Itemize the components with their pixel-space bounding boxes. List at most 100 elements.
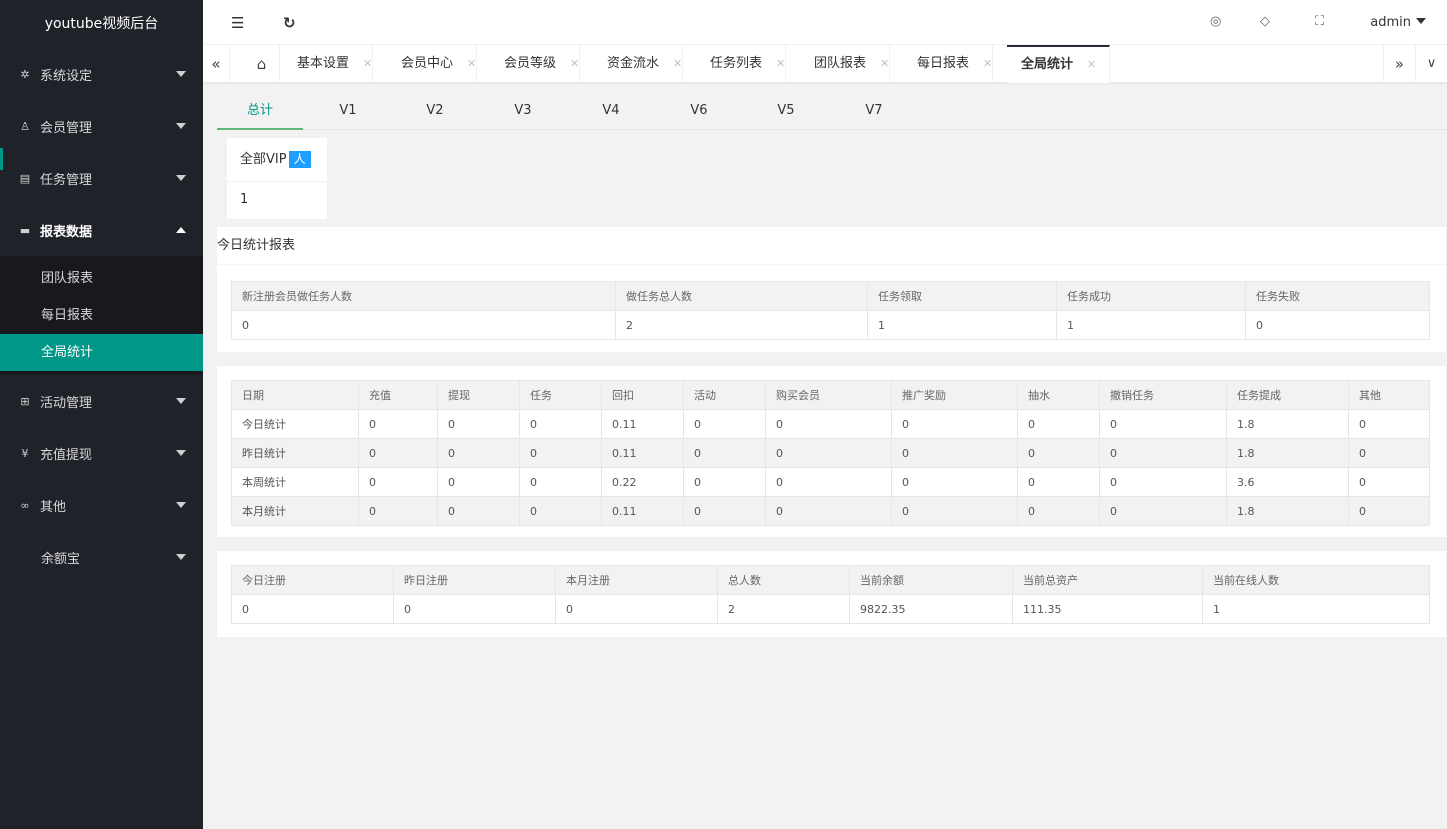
close-icon[interactable]: ✕ <box>570 57 579 70</box>
table-header-cell: 任务提成 <box>1226 380 1349 410</box>
table-cell: 今日统计 <box>231 409 359 439</box>
table-cell: 0 <box>437 496 520 526</box>
tab-level-v4[interactable]: V4 <box>568 93 654 130</box>
tabs-scroll-right-icon[interactable]: » <box>1383 45 1415 83</box>
gear-icon: ✲ <box>20 67 30 81</box>
sidebar-item-label: 会员管理 <box>40 120 93 136</box>
table-header-cell: 昨日注册 <box>393 565 556 595</box>
sidebar-item-system-settings[interactable]: ✲ 系统设定 <box>0 48 203 100</box>
table-cell: 0 <box>1017 409 1100 439</box>
user-menu[interactable]: admin <box>1370 15 1426 30</box>
page-tabs: « ⌂ 基本设置 ✕ 会员中心 ✕ 会员等级 ✕ 资金流水 ✕ 任务列表 ✕ 团队报表 ✕ … <box>203 45 1447 83</box>
table-header-row: 新注册会员做任务人数 做任务总人数 任务领取 任务成功 任务失败 <box>231 281 1430 311</box>
table-cell: 0 <box>358 409 438 439</box>
fullscreen-icon[interactable]: ⛶ <box>1315 14 1324 29</box>
table-cell: 3.6 <box>1226 467 1349 497</box>
table-cell: 0 <box>683 409 766 439</box>
sidebar-item-label: 充值提现 <box>40 447 93 463</box>
table-cell: 0 <box>231 594 394 624</box>
table-header-cell: 当前在线人数 <box>1202 565 1430 595</box>
tab-global-stats[interactable]: 全局统计 ✕ <box>1007 45 1110 83</box>
table-cell: 0 <box>1348 467 1430 497</box>
vip-card-title: 全部VIP <box>240 152 287 167</box>
table-cell: 0 <box>891 496 1018 526</box>
tab-fund-flow[interactable]: 资金流水 ✕ <box>593 45 684 83</box>
level-tabs: 总计 V1 V2 V3 V4 V6 V5 V7 <box>217 93 1447 130</box>
sidebar-item-label: 任务管理 <box>40 172 93 188</box>
table-cell: 0.11 <box>601 438 684 468</box>
sidebar-item-recharge-withdraw[interactable]: ¥ 充值提现 <box>0 427 203 479</box>
table-cell: 0 <box>519 438 602 468</box>
close-icon[interactable]: ✕ <box>880 57 889 70</box>
table-row: 本周统计 0 0 0 0.22 0 0 0 0 0 3.6 0 <box>231 467 1430 497</box>
table-header-cell: 任务领取 <box>867 281 1057 311</box>
theme-icon[interactable]: ◎ <box>1210 14 1221 29</box>
table-cell: 0 <box>358 467 438 497</box>
tab-daily-report[interactable]: 每日报表 ✕ <box>903 45 994 83</box>
tab-level-v2[interactable]: V2 <box>392 93 478 130</box>
tab-task-list[interactable]: 任务列表 ✕ <box>696 45 787 83</box>
reports-submenu: 团队报表 每日报表 全局统计 <box>0 256 203 375</box>
monitor-icon: ▬ <box>19 223 31 237</box>
table-cell: 0.22 <box>601 467 684 497</box>
tab-member-center[interactable]: 会员中心 ✕ <box>387 45 478 83</box>
vip-count-card: 全部VIP 人 1 <box>227 138 327 219</box>
table-header-row: 今日注册 昨日注册 本月注册 总人数 当前余额 当前总资产 当前在线人数 <box>231 565 1430 595</box>
table-cell: 0 <box>1017 496 1100 526</box>
sidebar-item-yuebao[interactable]: 余额宝 <box>0 531 203 583</box>
tab-level-v5[interactable]: V5 <box>743 93 829 130</box>
table-cell: 0 <box>1017 438 1100 468</box>
sidebar-subitem-global-stats[interactable]: 全局统计 <box>0 334 203 371</box>
close-icon[interactable]: ✕ <box>983 57 992 70</box>
table-header-cell: 提现 <box>437 380 520 410</box>
table-cell: 0 <box>683 467 766 497</box>
app-title[interactable]: youtube视频后台 <box>0 0 203 48</box>
table-cell: 本月统计 <box>231 496 359 526</box>
sidebar-subitem-team-report[interactable]: 团队报表 <box>0 260 203 297</box>
tabs-menu-icon[interactable]: ∨ <box>1415 45 1447 83</box>
today-report-title: 今日统计报表 <box>217 227 1446 265</box>
table-cell: 111.35 <box>1012 594 1203 624</box>
table-header-cell: 任务 <box>519 380 602 410</box>
table-header-cell: 购买会员 <box>765 380 892 410</box>
sidebar-item-other[interactable]: ∞ 其他 <box>0 479 203 531</box>
close-icon[interactable]: ✕ <box>1087 58 1096 71</box>
tabs-scroll-left-icon[interactable]: « <box>203 45 230 83</box>
table-header-cell: 任务失败 <box>1245 281 1430 311</box>
tab-level-total[interactable]: 总计 <box>217 93 303 130</box>
home-icon[interactable]: ⌂ <box>244 45 280 83</box>
tab-member-levels[interactable]: 会员等级 ✕ <box>490 45 581 83</box>
tab-team-report[interactable]: 团队报表 ✕ <box>800 45 891 83</box>
link-icon: ∞ <box>20 498 30 512</box>
vip-card-value: 1 <box>240 192 249 207</box>
table-header-cell: 今日注册 <box>231 565 394 595</box>
sidebar-item-label: 余额宝 <box>41 551 81 567</box>
table-cell: 0 <box>1099 467 1227 497</box>
close-icon[interactable]: ✕ <box>776 57 785 70</box>
table-cell: 0 <box>765 496 892 526</box>
tab-level-v3[interactable]: V3 <box>480 93 566 130</box>
table-header-cell: 总人数 <box>717 565 850 595</box>
chevron-up-icon <box>176 227 186 233</box>
close-icon[interactable]: ✕ <box>673 57 682 70</box>
table-cell: 1.8 <box>1226 409 1349 439</box>
table-cell: 0 <box>1245 310 1430 340</box>
close-icon[interactable]: ✕ <box>467 57 476 70</box>
sidebar-item-tasks[interactable]: ▤ 任务管理 <box>0 152 203 204</box>
tab-level-v1[interactable]: V1 <box>305 93 391 130</box>
refresh-icon[interactable]: ↻ <box>283 14 296 32</box>
tag-icon[interactable]: ◇ <box>1260 14 1270 29</box>
summary-table: 今日注册 昨日注册 本月注册 总人数 当前余额 当前总资产 当前在线人数 0 0… <box>231 565 1430 624</box>
sidebar-item-activities[interactable]: ⊞ 活动管理 <box>0 375 203 427</box>
sidebar-item-reports[interactable]: ▬ 报表数据 <box>0 204 203 256</box>
tab-basic-settings[interactable]: 基本设置 ✕ <box>283 45 374 83</box>
tab-level-v7[interactable]: V7 <box>831 93 917 130</box>
document-icon: ▤ <box>19 171 31 185</box>
tab-level-v6[interactable]: V6 <box>656 93 742 130</box>
close-icon[interactable]: ✕ <box>363 57 372 70</box>
sidebar-item-members[interactable]: ♙ 会员管理 <box>0 100 203 152</box>
chevron-down-icon <box>176 398 186 404</box>
sidebar-subitem-daily-report[interactable]: 每日报表 <box>0 297 203 334</box>
menu-fold-icon[interactable]: ☰ <box>231 14 244 32</box>
table-cell: 0 <box>1348 409 1430 439</box>
